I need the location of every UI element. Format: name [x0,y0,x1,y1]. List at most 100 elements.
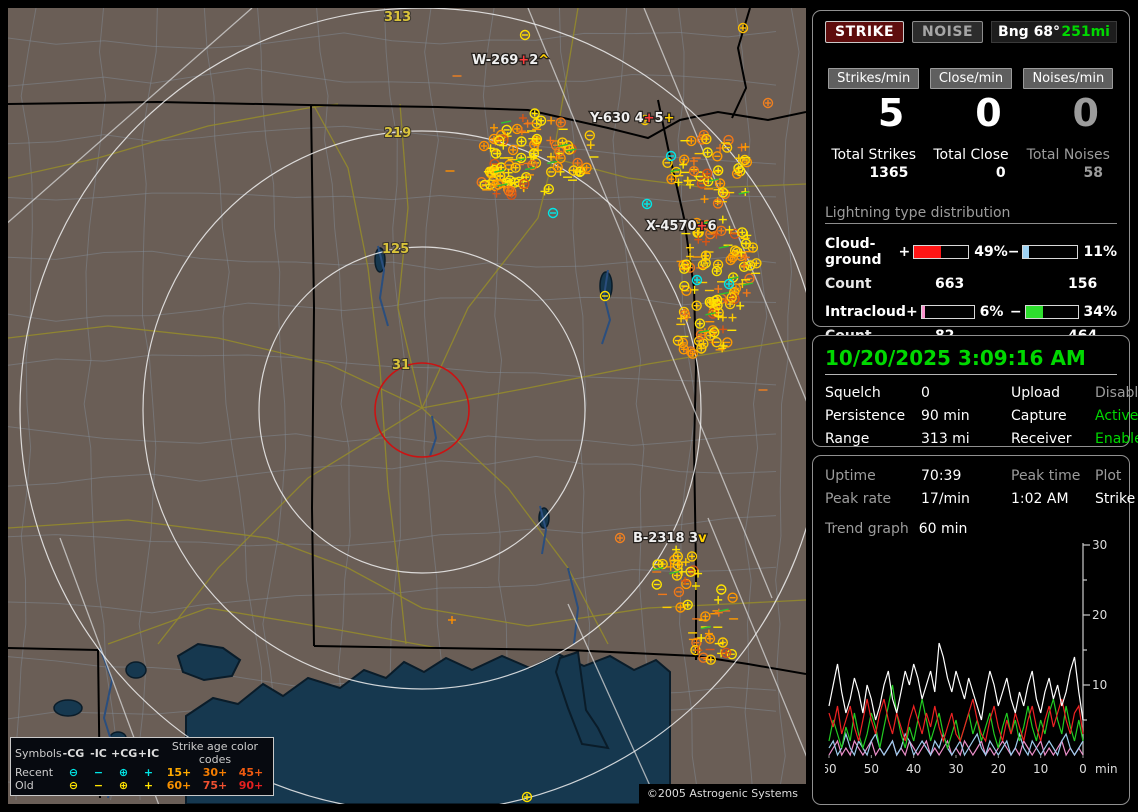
total-strikes-label: Total Strikes [831,147,916,163]
receiver-value: Enabled [1095,431,1138,447]
upload-label: Upload [1011,385,1061,401]
peak-time-value: 1:02 AM [1011,491,1069,507]
legend-symbol-icon: ⊖ [68,766,79,779]
trend-series-pos-cg [828,731,1084,757]
trend-graph: 10 20 30 60 50 40 30 20 10 0 min [821,538,1117,776]
svg-text:20: 20 [1092,608,1107,622]
counters-box: STRIKE NOISE Bng 68° 251mi Strikes/min 5… [812,10,1130,344]
svg-text:10: 10 [1033,762,1048,776]
side-panel: STRIKE NOISE Bng 68° 251mi Strikes/min 5… [812,0,1138,812]
noises-per-min-header: Noises/min [1023,68,1114,89]
range-label: Range [825,431,870,447]
capture-label: Capture [1011,408,1067,424]
intracloud-label: Intracloud [825,304,906,320]
copyright: ©2005 Astrogenic Systems [638,784,806,804]
range-ring-label: 219 [384,126,411,141]
svg-text:30: 30 [1092,539,1107,552]
storm-cell-label: B-2318 3v [633,531,707,546]
svg-text:40: 40 [906,762,921,776]
total-close-label: Total Close [933,147,1009,163]
squelch-value: 0 [921,385,930,401]
legend-symbol-icon: ⊖ [68,779,79,792]
datetime-display: 10/20/2025 3:09:16 AM [825,346,1117,375]
bearing-label: Bng 68° [998,24,1061,40]
storm-cell-label: X-4570+6 [646,219,717,234]
close-per-min-value: 0 [975,91,1002,135]
cloud-ground-row: Cloud-ground + 49% − 11% [825,236,1117,268]
peak-time-label: Peak time [1011,468,1081,484]
legend-col-nIC: -IC [90,746,107,760]
legend-age-code: 15+ [166,766,192,779]
svg-text:50: 50 [864,762,879,776]
legend-col-pIC: +IC [137,746,160,760]
cg-neg-count: 156 [1068,276,1098,292]
ic-pos-pct: 6% [979,304,1004,320]
strikes-per-min-header: Strikes/min [828,68,920,89]
legend-symbols-header: Symbols [15,746,62,760]
cg-neg-bar [1022,245,1079,259]
svg-text:30: 30 [948,762,963,776]
map-legend: Symbols -CG -IC +CG +IC Strike age color code… [10,737,274,796]
ic-neg-pct: 34% [1083,304,1118,320]
persistence-value: 90 min [921,408,970,424]
legend-col-nCG: -CG [62,746,85,760]
range-ring-label: 313 [384,10,411,25]
receiver-label: Receiver [1011,431,1072,447]
cg-neg-pct: 11% [1083,244,1117,260]
svg-text:0: 0 [1079,762,1087,776]
trend-window-value: 60 min [918,521,968,537]
noise-toggle-button[interactable]: NOISE [912,21,984,43]
legend-ages-header: Strike age color codes [171,740,259,766]
map-canvas: 313 219 125 31 W-269+2^ Y-630 4+5+ X-4570+6 B-2… [8,8,806,804]
bearing-range: 251mi [1061,24,1110,40]
status-box: 10/20/2025 3:09:16 AM Squelch 0 Upload D… [812,335,1138,447]
total-noises-label: Total Noises [1026,147,1110,163]
legend-symbol-icon: + [143,779,154,792]
cg-pos-bar [913,245,970,259]
ic-neg-bar [1024,305,1079,319]
range-ring-label: 125 [382,242,409,257]
storm-cell-label: Y-630 4+5+ [589,111,674,126]
squelch-label: Squelch [825,385,881,401]
trend-box: Uptime 70:39 Peak time Plot Peak rate 17… [812,455,1135,805]
trend-series-total [828,642,1084,721]
legend-age-code: 75+ [202,779,228,792]
cg-pos-pct: 49% [974,244,1008,260]
capture-value: Active [1095,408,1138,424]
lightning-map[interactable]: 313 219 125 31 W-269+2^ Y-630 4+5+ X-4570+6 B-2… [8,8,806,804]
strike-toggle-button[interactable]: STRIKE [825,21,905,43]
persistence-label: Persistence [825,408,906,424]
total-noises-value: 58 [1083,165,1103,181]
legend-row-label: Recent [15,766,54,779]
legend-symbol-icon: + [143,766,154,779]
storm-cell-label: W-269+2^ [472,53,549,68]
total-close-value: 0 [995,165,1006,181]
total-strikes-value: 1365 [869,165,909,181]
svg-text:60: 60 [825,762,837,776]
peak-rate-value: 17/min [921,491,970,507]
range-ring-label: 31 [392,358,410,373]
plot-label: Plot [1095,468,1122,484]
legend-col-pCG: +CG [111,746,138,760]
range-value: 313 mi [921,431,970,447]
distribution-title: Lightning type distribution [825,205,1117,224]
uptime-value: 70:39 [921,468,962,484]
legend-row-label: Old [15,779,34,792]
upload-value: Disabled [1095,385,1138,401]
legend-symbol-icon: − [93,779,104,792]
legend-age-code: 30+ [202,766,228,779]
svg-text:10: 10 [1092,678,1107,692]
close-per-min-header: Close/min [929,68,1013,89]
ic-pos-bar [920,305,975,319]
legend-age-code: 60+ [166,779,192,792]
cg-pos-count: 663 [935,276,965,292]
strikes-per-min-value: 5 [877,91,905,135]
noises-per-min-value: 0 [1072,91,1099,135]
svg-text:20: 20 [991,762,1006,776]
legend-symbol-icon: ⊕ [118,766,129,779]
cloud-ground-label: Cloud-ground [825,236,882,268]
legend-age-code: 45+ [238,766,264,779]
bearing-readout: Bng 68° 251mi [991,21,1117,43]
intracloud-row: Intracloud + 6% − 34% [825,304,1118,320]
uptime-label: Uptime [825,468,876,484]
